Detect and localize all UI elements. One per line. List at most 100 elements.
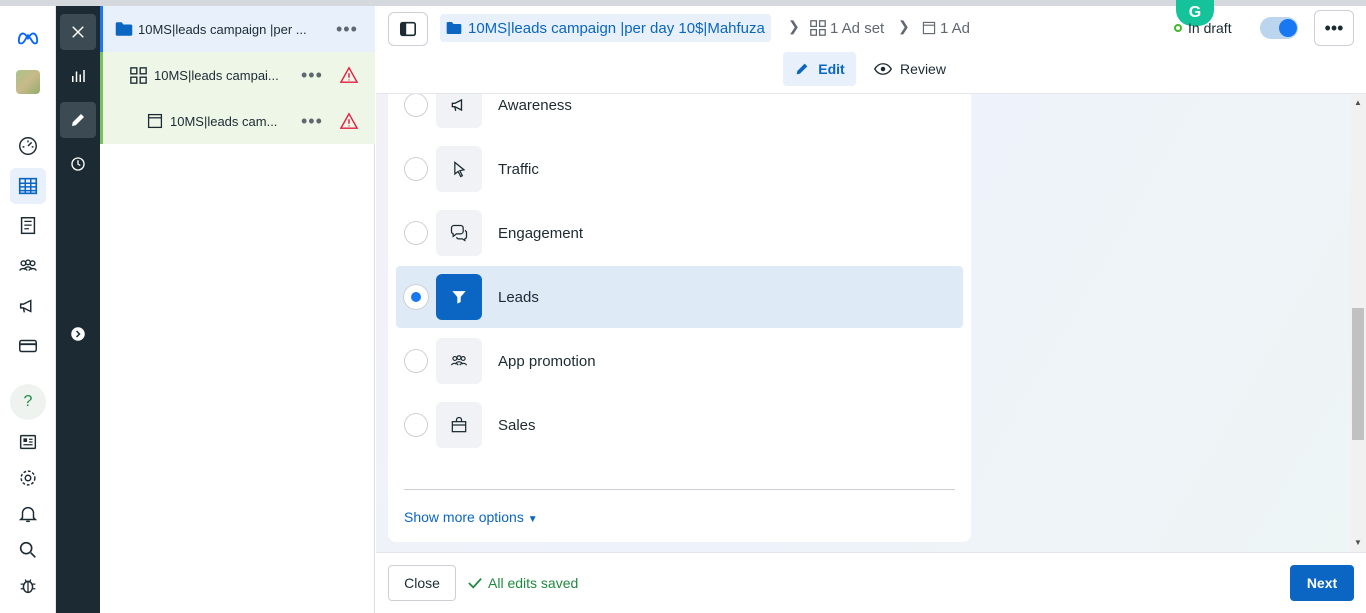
tree-row-adset[interactable]: 10MS|leads campai... ••• — [100, 52, 375, 98]
editor-footer: Close All edits saved Next — [376, 552, 1366, 613]
notifications-bell-icon[interactable] — [10, 496, 46, 532]
warning-icon — [340, 112, 358, 129]
meta-logo-icon[interactable] — [10, 20, 46, 56]
campaign-tree-panel: 10MS|leads campaign |per ... ••• 10MS|le… — [100, 6, 375, 613]
app-rail: ? — [0, 6, 56, 613]
tree-adset-label: 10MS|leads campai... — [154, 67, 279, 83]
history-clock-icon[interactable] — [60, 146, 96, 182]
show-more-options-link[interactable]: Show more options ▼ — [404, 509, 538, 525]
people-icon — [436, 338, 482, 384]
adset-grid-icon — [810, 20, 826, 36]
draft-status: In draft — [1174, 20, 1232, 36]
divider — [404, 489, 955, 490]
status-dot-icon — [1174, 24, 1182, 32]
campaign-more-icon[interactable]: ••• — [336, 19, 358, 40]
tree-row-campaign[interactable]: 10MS|leads campaign |per ... ••• — [100, 6, 375, 52]
ad-icon — [922, 21, 936, 35]
objective-option-engagement[interactable]: Engagement — [396, 202, 963, 264]
performance-chart-icon[interactable] — [60, 58, 96, 94]
editor-header: 10MS|leads campaign |per day 10$|Mahfuza… — [376, 0, 1366, 94]
objective-label: Sales — [498, 416, 536, 434]
objective-option-leads[interactable]: Leads — [396, 266, 963, 328]
breadcrumb-adset-label: 1 Ad set — [830, 19, 885, 37]
objective-label: Awareness — [498, 96, 572, 114]
draft-status-label: In draft — [1188, 20, 1232, 36]
tab-edit[interactable]: Edit — [783, 52, 856, 86]
megaphone-icon — [436, 94, 482, 128]
tree-campaign-label: 10MS|leads campaign |per ... — [138, 21, 307, 37]
objective-label: App promotion — [498, 352, 596, 370]
main-content: Awareness Traffic Engagement Leads App p… — [376, 94, 1350, 552]
adset-more-icon[interactable]: ••• — [301, 65, 323, 86]
ad-more-icon[interactable]: ••• — [301, 111, 323, 132]
tab-review[interactable]: Review — [868, 52, 952, 86]
pencil-icon — [796, 63, 808, 75]
more-options-button[interactable]: ••• — [1314, 10, 1354, 46]
close-editor-icon[interactable] — [60, 14, 96, 50]
chat-bubbles-icon — [436, 210, 482, 256]
search-icon[interactable] — [10, 532, 46, 568]
cursor-icon — [436, 146, 482, 192]
next-button[interactable]: Next — [1290, 565, 1354, 601]
objective-option-sales[interactable]: Sales — [396, 394, 963, 456]
tab-edit-label: Edit — [818, 61, 845, 77]
radio-awareness[interactable] — [404, 94, 428, 117]
toggle-panel-button[interactable] — [388, 12, 428, 46]
breadcrumb-ad-label: 1 Ad — [940, 19, 971, 37]
objective-card: Awareness Traffic Engagement Leads App p… — [388, 94, 971, 542]
campaigns-table-icon[interactable] — [10, 168, 46, 204]
objective-label: Traffic — [498, 160, 539, 178]
scrollbar-thumb[interactable] — [1352, 308, 1364, 440]
chevron-right-icon: ❯ — [788, 18, 800, 34]
sidebar-toggle-icon — [399, 21, 417, 37]
dashboard-icon[interactable] — [10, 128, 46, 164]
scroll-down-arrow-icon[interactable]: ▼ — [1354, 538, 1362, 547]
radio-sales[interactable] — [404, 413, 428, 437]
save-status: All edits saved — [468, 575, 578, 591]
pages-icon[interactable] — [10, 208, 46, 244]
breadcrumb-campaign[interactable]: 10MS|leads campaign |per day 10$|Mahfuza — [440, 14, 771, 42]
caret-down-icon: ▼ — [527, 514, 538, 525]
objective-option-app-promotion[interactable]: App promotion — [396, 330, 963, 392]
chevron-right-icon: ❯ — [898, 18, 910, 34]
account-avatar[interactable] — [10, 64, 46, 100]
breadcrumb-ad[interactable]: 1 Ad — [922, 14, 970, 42]
billing-card-icon[interactable] — [10, 328, 46, 364]
breadcrumb-adset[interactable]: 1 Ad set — [810, 14, 884, 42]
tree-ad-label: 10MS|leads cam... — [170, 113, 278, 129]
tab-review-label: Review — [900, 61, 946, 77]
radio-leads[interactable] — [404, 285, 428, 309]
audiences-icon[interactable] — [10, 248, 46, 284]
funnel-icon — [436, 274, 482, 320]
folder-icon — [115, 22, 133, 36]
close-button[interactable]: Close — [388, 565, 456, 601]
warning-icon — [340, 66, 358, 83]
radio-engagement[interactable] — [404, 221, 428, 245]
scrollbar[interactable]: ▲ ▼ — [1350, 94, 1366, 552]
news-icon[interactable] — [10, 424, 46, 460]
help-icon[interactable]: ? — [10, 384, 46, 420]
save-status-label: All edits saved — [488, 575, 579, 591]
more-icon: ••• — [1324, 17, 1344, 38]
radio-traffic[interactable] — [404, 157, 428, 181]
settings-gear-icon[interactable] — [10, 460, 46, 496]
adset-grid-icon — [130, 66, 147, 84]
folder-icon — [446, 22, 462, 34]
scroll-up-arrow-icon[interactable]: ▲ — [1354, 98, 1362, 107]
editor-nav-strip — [56, 6, 100, 613]
tree-row-ad[interactable]: 10MS|leads cam... ••• — [100, 98, 375, 144]
expand-chevron-icon[interactable] — [60, 316, 96, 352]
objective-option-traffic[interactable]: Traffic — [396, 138, 963, 200]
objective-label: Leads — [498, 288, 539, 306]
show-more-label: Show more options — [404, 509, 524, 525]
radio-app-promotion[interactable] — [404, 349, 428, 373]
edit-pencil-icon[interactable] — [60, 102, 96, 138]
objective-label: Engagement — [498, 224, 584, 242]
checkmark-icon — [468, 578, 482, 589]
bug-report-icon[interactable] — [10, 568, 46, 604]
campaign-toggle-switch[interactable] — [1260, 17, 1298, 39]
ad-icon — [147, 113, 163, 129]
ads-megaphone-icon[interactable] — [10, 288, 46, 324]
breadcrumb-campaign-label: 10MS|leads campaign |per day 10$|Mahfuza — [468, 19, 765, 37]
objective-option-awareness[interactable]: Awareness — [396, 94, 963, 136]
